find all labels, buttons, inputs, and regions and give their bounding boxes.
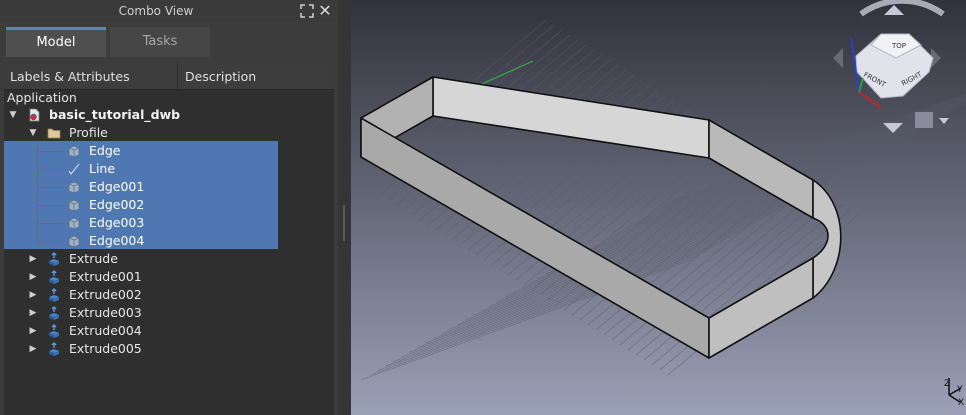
extrude-icon xyxy=(49,252,59,266)
extrude-icon xyxy=(49,324,59,338)
combo-view-tabs: Model Tasks xyxy=(6,27,212,57)
tab-model[interactable]: Model xyxy=(6,27,106,57)
expand-arrow-icon[interactable]: ▶ xyxy=(28,322,38,340)
splitter-grip[interactable] xyxy=(343,205,345,241)
float-panel-icon[interactable] xyxy=(300,4,314,18)
shape-icon xyxy=(68,199,80,212)
shape-icon xyxy=(68,235,80,248)
expand-arrow-icon[interactable]: ▶ xyxy=(28,286,38,304)
tree-item-edge004[interactable]: Edge004 xyxy=(4,232,278,250)
axis-label-x: X xyxy=(958,398,964,408)
column-header-description[interactable]: Description xyxy=(179,63,334,90)
expand-arrow-icon[interactable]: ▶ xyxy=(28,250,38,268)
tree-item-document[interactable]: ▼ basic_tutorial_dwb xyxy=(4,106,278,124)
expand-arrow-icon[interactable]: ▶ xyxy=(28,340,38,358)
tree-item-edge002[interactable]: Edge002 xyxy=(4,196,278,214)
combo-view-panel: Combo View ✕ Model Tasks Labels & Attrib… xyxy=(0,0,338,415)
freecad-window: Combo View ✕ Model Tasks Labels & Attrib… xyxy=(0,0,966,415)
collapse-arrow-icon[interactable]: ▼ xyxy=(28,124,38,142)
shape-icon xyxy=(68,181,80,194)
view-menu-cube-icon[interactable] xyxy=(915,112,933,128)
tree-item-extrude003[interactable]: ▶ Extrude003 xyxy=(4,304,278,322)
combo-view-title: Combo View xyxy=(118,4,194,18)
tree-item-extrude004[interactable]: ▶ Extrude004 xyxy=(4,322,278,340)
shape-icon xyxy=(68,217,80,230)
tree-header: Labels & Attributes Description xyxy=(4,63,334,90)
tree-item-extrude002[interactable]: ▶ Extrude002 xyxy=(4,286,278,304)
expand-arrow-icon[interactable]: ▶ xyxy=(28,268,38,286)
tree-item-extrude[interactable]: ▶ Extrude xyxy=(4,250,278,268)
panel-splitter[interactable] xyxy=(338,0,351,415)
tree-item-profile[interactable]: ▼ Profile xyxy=(4,124,278,142)
tree-item-edge[interactable]: Edge xyxy=(4,142,278,160)
extrude-icon xyxy=(49,342,59,356)
tree-item-edge001[interactable]: Edge001 xyxy=(4,178,278,196)
extrude-icon xyxy=(49,270,59,284)
axis-label-z: Z xyxy=(944,379,950,389)
expand-arrow-icon[interactable]: ▶ xyxy=(28,304,38,322)
tree-item-extrude001[interactable]: ▶ Extrude001 xyxy=(4,268,278,286)
close-panel-icon[interactable]: ✕ xyxy=(317,3,333,19)
extrude-icon xyxy=(49,306,59,320)
cube-face-top[interactable]: TOP xyxy=(891,42,906,50)
tree-item-extrude005[interactable]: ▶ Extrude005 xyxy=(4,340,278,358)
shape-icon xyxy=(68,145,80,158)
collapse-arrow-icon[interactable]: ▼ xyxy=(8,106,18,124)
extrude-icon xyxy=(49,288,59,302)
3d-viewport[interactable]: TOP FRONT RIGHT Z Y X xyxy=(351,0,966,415)
axis-label-y: Y xyxy=(956,385,963,395)
tree-item-line[interactable]: Line xyxy=(4,160,278,178)
tab-tasks[interactable]: Tasks xyxy=(110,27,210,57)
model-tree: Labels & Attributes Description Applicat… xyxy=(4,63,334,415)
column-header-labels[interactable]: Labels & Attributes xyxy=(4,63,178,90)
line-icon xyxy=(68,163,80,176)
folder-icon xyxy=(47,128,61,139)
tree-item-edge003[interactable]: Edge003 xyxy=(4,214,278,232)
combo-view-titlebar: Combo View ✕ xyxy=(0,0,338,22)
document-icon xyxy=(29,108,40,122)
